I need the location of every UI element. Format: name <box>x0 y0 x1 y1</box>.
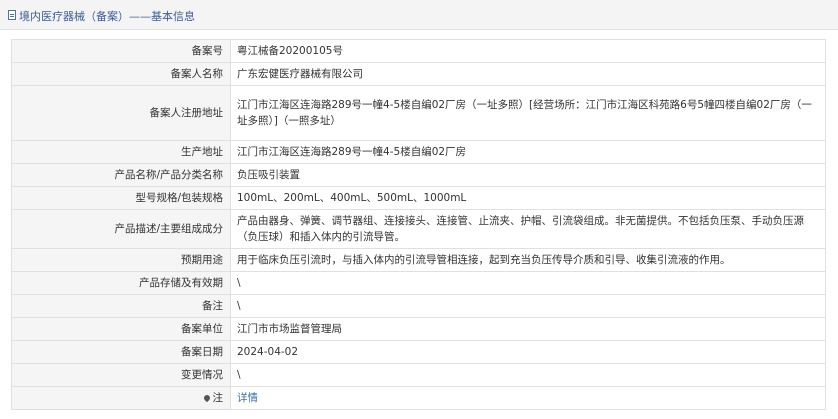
row-label: 备注 <box>11 294 231 318</box>
table-row: 备案单位 江门市市场监督管理局 <box>11 317 826 341</box>
row-value: 产品由器身、弹簧、调节器组、连接接头、连接管、止流夹、护帽、引流袋组成。非无菌提… <box>230 209 826 249</box>
table-row: 备注 \ <box>11 294 826 318</box>
table-row: 型号规格/包装规格 100mL、200mL、400mL、500mL、1000mL <box>11 186 826 210</box>
row-value: 负压吸引装置 <box>230 163 826 187</box>
row-label: 变更情况 <box>11 363 231 387</box>
row-value: \ <box>230 363 826 387</box>
row-value: 2024-04-02 <box>230 340 826 364</box>
row-value: 100mL、200mL、400mL、500mL、1000mL <box>230 186 826 210</box>
table-row: 产品描述/主要组成成分 产品由器身、弹簧、调节器组、连接接头、连接管、止流夹、护… <box>11 209 826 249</box>
table-row: 产品存储及有效期 \ <box>11 271 826 295</box>
row-value: 江门市市场监督管理局 <box>230 317 826 341</box>
row-value: 用于临床负压引流时，与插入体内的引流导管相连接，起到充当负压传导介质和引导、收集… <box>230 248 826 272</box>
row-value: 江门市江海区连海路289号一幢4-5楼自编02厂房（一址多照）[经营场所：江门市… <box>230 85 826 141</box>
row-label: 备案号 <box>11 39 231 63</box>
note-label: 注 <box>212 392 224 404</box>
row-value: 广东宏健医疗器械有限公司 <box>230 62 826 86</box>
table-row: 备案号 粤江械备20200105号 <box>11 39 826 63</box>
row-value: \ <box>230 271 826 295</box>
table-row: 产品名称/产品分类名称 负压吸引装置 <box>11 163 826 187</box>
table-row: 备案人注册地址 江门市江海区连海路289号一幢4-5楼自编02厂房（一址多照）[… <box>11 85 826 141</box>
table-row: 预期用途 用于临床负压引流时，与插入体内的引流导管相连接，起到充当负压传导介质和… <box>11 248 826 272</box>
note-value-cell: 详情 <box>230 386 826 410</box>
info-table: 备案号 粤江械备20200105号 备案人名称 广东宏健医疗器械有限公司 备案人… <box>11 39 826 410</box>
note-label-cell: 注 <box>11 386 231 410</box>
row-value: 粤江械备20200105号 <box>230 39 826 63</box>
row-label: 生产地址 <box>11 140 231 164</box>
info-table-wrapper: 备案号 粤江械备20200105号 备案人名称 广东宏健医疗器械有限公司 备案人… <box>11 39 826 410</box>
row-label: 产品存储及有效期 <box>11 271 231 295</box>
pin-icon <box>202 393 211 403</box>
note-row: 注 详情 <box>11 386 826 410</box>
row-label: 预期用途 <box>11 248 231 272</box>
row-value: 江门市江海区连海路289号一幢4-5楼自编02厂房 <box>230 140 826 164</box>
page-header: 境内医疗器械（备案）——基本信息 <box>0 0 838 30</box>
row-label: 产品名称/产品分类名称 <box>11 163 231 187</box>
table-row: 变更情况 \ <box>11 363 826 387</box>
row-label: 型号规格/包装规格 <box>11 186 231 210</box>
row-label: 备案单位 <box>11 317 231 341</box>
page-title: 境内医疗器械（备案）——基本信息 <box>19 10 195 23</box>
table-row: 备案日期 2024-04-02 <box>11 340 826 364</box>
row-label: 备案日期 <box>11 340 231 364</box>
document-icon <box>8 10 16 20</box>
row-label: 备案人名称 <box>11 62 231 86</box>
details-link[interactable]: 详情 <box>237 392 258 404</box>
table-row: 备案人名称 广东宏健医疗器械有限公司 <box>11 62 826 86</box>
row-value: \ <box>230 294 826 318</box>
table-row: 生产地址 江门市江海区连海路289号一幢4-5楼自编02厂房 <box>11 140 826 164</box>
row-label: 备案人注册地址 <box>11 85 231 141</box>
row-label: 产品描述/主要组成成分 <box>11 209 231 249</box>
